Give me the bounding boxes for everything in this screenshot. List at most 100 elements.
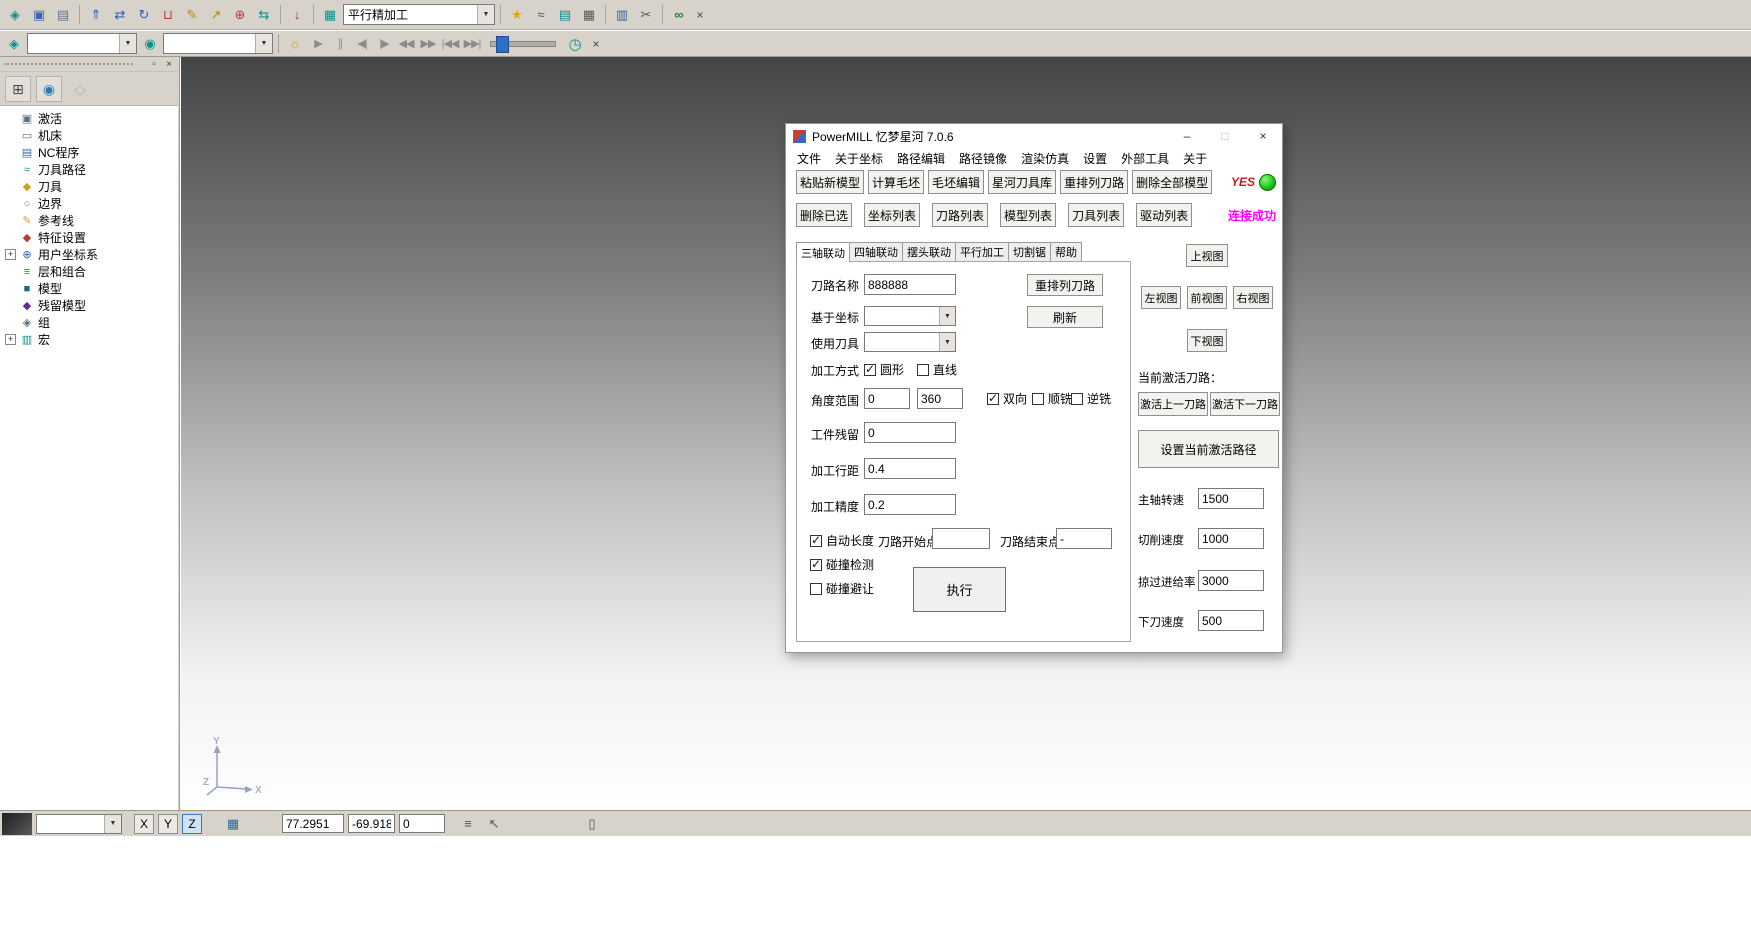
axis-z-button[interactable]: Z (182, 814, 202, 834)
strategy-icon[interactable]: ▦ (319, 4, 341, 26)
cutting-feed-input[interactable] (1198, 528, 1264, 549)
pause-icon[interactable]: ∥ (330, 34, 350, 54)
bidirectional-checkbox[interactable]: 双向 (987, 390, 1027, 407)
tool-select[interactable] (864, 332, 956, 352)
menu-path-mirror[interactable]: 路径镜像 (952, 150, 1014, 167)
tolerance-input[interactable] (864, 494, 956, 515)
tree-item-feature-sets[interactable]: ◆特征设置 (5, 229, 178, 246)
close-button[interactable]: × (1244, 124, 1282, 148)
dialog-titlebar[interactable]: PowerMILL 忆梦星河 7.0.6 – □ × (786, 124, 1282, 148)
step-forward-icon[interactable]: |▶ (374, 34, 394, 54)
menu-about[interactable]: 关于 (1176, 150, 1214, 167)
axis-y-button[interactable]: Y (158, 814, 178, 834)
reorder-toolpaths-button[interactable]: 重排列刀路 (1027, 274, 1103, 296)
tree-item-toolpaths[interactable]: ≈刀具路径 (5, 161, 178, 178)
maximize-button[interactable]: □ (1206, 124, 1244, 148)
statusbar-dropdown[interactable] (36, 814, 122, 834)
collision-avoid-checkbox[interactable]: 碰撞避让 (810, 580, 874, 597)
skim-feed-input[interactable] (1198, 570, 1264, 591)
climb-mill-checkbox[interactable]: 顺铣 (1032, 390, 1072, 407)
simulation-tool-icon[interactable]: ◉ (139, 33, 161, 55)
tree-item-models[interactable]: ■模型 (5, 280, 178, 297)
menu-file[interactable]: 文件 (790, 150, 828, 167)
tab-cutting-saw[interactable]: 切割锯 (1008, 242, 1051, 261)
axis-x-button[interactable]: X (134, 814, 154, 834)
tree-item-boundaries[interactable]: ○边界 (5, 195, 178, 212)
step-back-icon[interactable]: ◀| (352, 34, 372, 54)
minimize-button[interactable]: – (1168, 124, 1206, 148)
limit-icon[interactable]: ⊔ (157, 4, 179, 26)
circle-checkbox[interactable]: 圆形 (864, 361, 904, 378)
tree-item-activate[interactable]: ▣激活 (5, 110, 178, 127)
tree-item-nc-programs[interactable]: ▤NC程序 (5, 144, 178, 161)
delete-all-models-button[interactable]: 删除全部模型 (1132, 170, 1212, 194)
reorder-toolpaths-button[interactable]: 重排列刀路 (1060, 170, 1128, 194)
menu-settings[interactable]: 设置 (1076, 150, 1114, 167)
skip-start-icon[interactable]: |◀◀ (440, 34, 460, 54)
view-bottom-button[interactable]: 下视图 (1187, 329, 1227, 352)
slider-handle[interactable] (496, 36, 509, 53)
refresh-button[interactable]: 刷新 (1027, 306, 1103, 328)
toolpath-dropdown[interactable] (27, 33, 137, 54)
measure-icon[interactable]: ↗ (205, 4, 227, 26)
transform-icon[interactable]: ⊕ (229, 4, 251, 26)
end-point-input[interactable] (1056, 528, 1112, 549)
tool-down-icon[interactable]: ↓ (286, 4, 308, 26)
save-icon[interactable]: ▣ (28, 4, 50, 26)
play-icon[interactable]: ▶ (308, 34, 328, 54)
activate-next-toolpath-button[interactable]: 激活下一刀路 (1210, 392, 1280, 416)
coordinate-y-input[interactable] (348, 814, 395, 833)
conventional-mill-checkbox[interactable]: 逆铣 (1071, 390, 1111, 407)
view-top-button[interactable]: 上视图 (1186, 244, 1228, 267)
copy-pattern-icon[interactable]: ⇆ (253, 4, 275, 26)
toolbar-close-icon[interactable]: × (588, 36, 604, 52)
calculator-icon[interactable]: ▦ (578, 4, 600, 26)
levels-icon[interactable]: ▤ (554, 4, 576, 26)
block-edit-button[interactable]: 毛坯编辑 (928, 170, 984, 194)
tree-item-workplanes[interactable]: +⊕用户坐标系 (5, 246, 178, 263)
explorer-tree-icon[interactable]: ⊞ (5, 76, 31, 102)
rewind-icon[interactable]: ◀◀ (396, 34, 416, 54)
tree-item-levels-and-sets[interactable]: ≡层和组合 (5, 263, 178, 280)
tab-parallel[interactable]: 平行加工 (955, 242, 1009, 261)
calc-block-button[interactable]: 计算毛坯 (868, 170, 924, 194)
model-list-button[interactable]: 模型列表 (1000, 203, 1056, 227)
paste-new-model-button[interactable]: 粘贴新模型 (796, 170, 864, 194)
coord-select[interactable] (864, 306, 956, 326)
tool-dropdown[interactable] (163, 33, 273, 54)
pointer-icon[interactable]: ↖ (483, 813, 505, 835)
lightbulb-icon[interactable]: ☼ (284, 33, 306, 55)
list-icon[interactable]: ≡ (457, 813, 479, 835)
line-checkbox[interactable]: 直线 (917, 361, 957, 378)
menu-external-tools[interactable]: 外部工具 (1114, 150, 1176, 167)
start-point-input[interactable] (932, 528, 990, 549)
tab-swivel-head[interactable]: 摆头联动 (902, 242, 956, 261)
strategy-dropdown[interactable]: 平行精加工 (343, 4, 495, 25)
delete-selected-button[interactable]: 删除已选 (796, 203, 852, 227)
set-active-path-button[interactable]: 设置当前激活路径 (1138, 430, 1279, 468)
menu-path-edit[interactable]: 路径编辑 (890, 150, 952, 167)
stepover-input[interactable] (864, 458, 956, 479)
powermill-logo-icon[interactable]: ◈ (4, 4, 26, 26)
angle-to-input[interactable] (917, 388, 963, 409)
search-binoculars-icon[interactable]: ∞ (668, 4, 690, 26)
plunge-feed-input[interactable] (1198, 610, 1264, 631)
tree-item-groups[interactable]: ◈组 (5, 314, 178, 331)
tree-item-patterns[interactable]: ✎参考线 (5, 212, 178, 229)
view-front-button[interactable]: 前视图 (1187, 286, 1227, 309)
skip-end-icon[interactable]: ▶▶| (462, 34, 482, 54)
coordinate-x-input[interactable] (282, 814, 344, 833)
tab-help[interactable]: 帮助 (1050, 242, 1082, 261)
mirror-icon[interactable]: ⇄ (109, 4, 131, 26)
coord-list-button[interactable]: 坐标列表 (864, 203, 920, 227)
curve-editor-icon[interactable]: ≈ (530, 4, 552, 26)
tool-library-button[interactable]: 星河刀具库 (988, 170, 1056, 194)
globe-icon[interactable]: ◉ (36, 76, 62, 102)
tree-item-stock-models[interactable]: ◆残留模型 (5, 297, 178, 314)
auto-length-checkbox[interactable]: 自动长度 (810, 532, 874, 549)
tree-item-machine[interactable]: ▭机床 (5, 127, 178, 144)
simulation-speed-slider[interactable] (490, 41, 556, 47)
paste-macro-icon[interactable]: ⇑ (85, 4, 107, 26)
collision-check-checkbox[interactable]: 碰撞检测 (810, 556, 874, 573)
trim-scissors-icon[interactable]: ✂ (635, 4, 657, 26)
